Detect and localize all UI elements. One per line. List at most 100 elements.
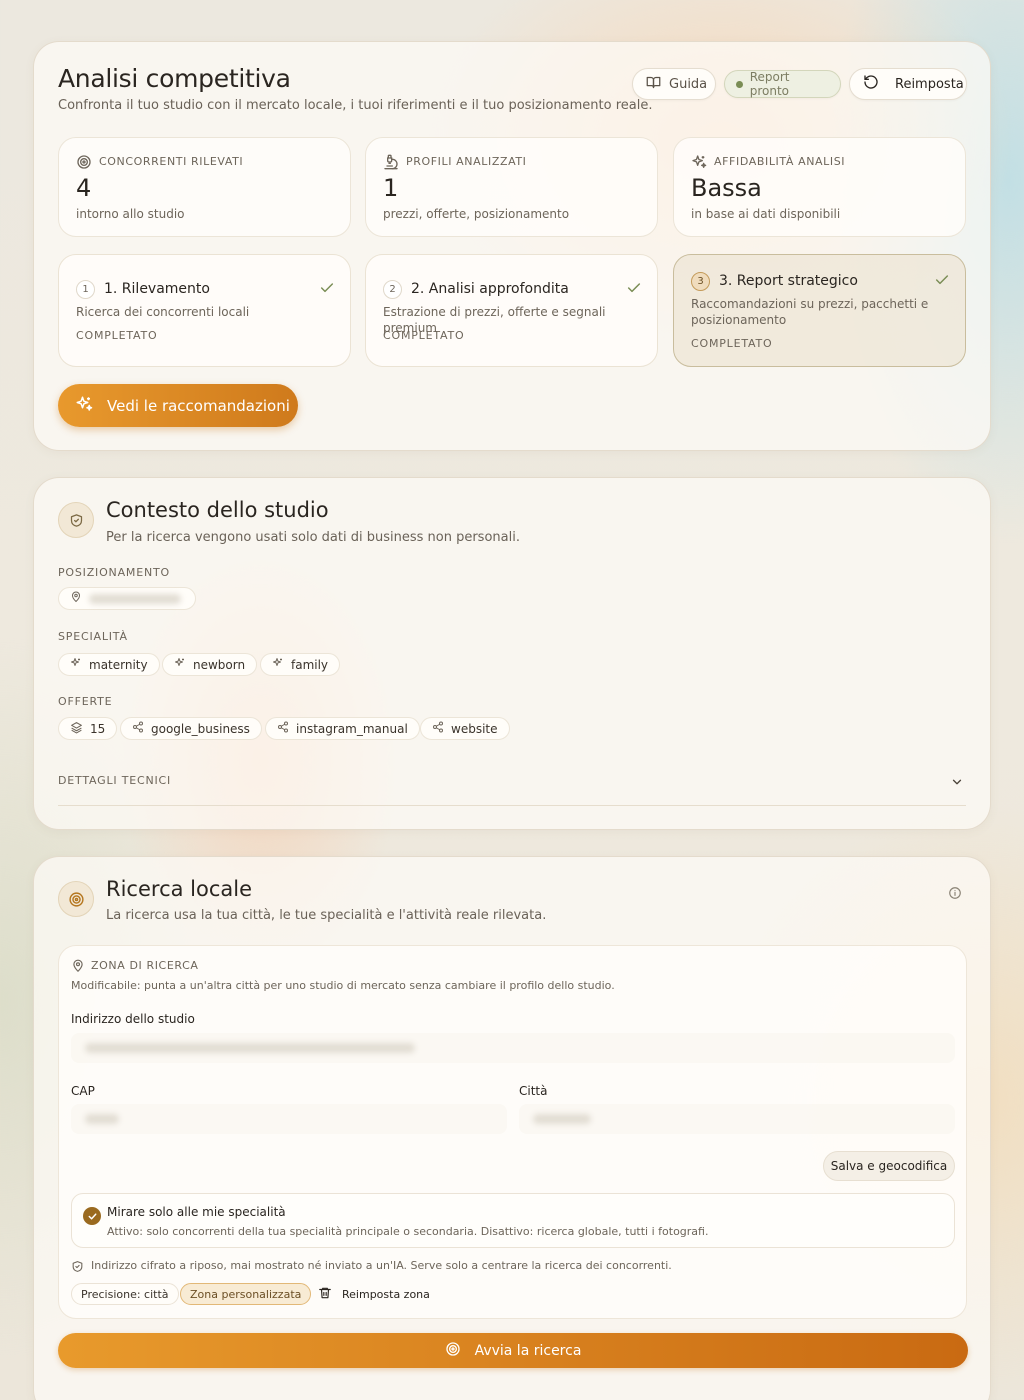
sparkles-icon <box>272 657 284 672</box>
guide-button[interactable]: Guida <box>632 68 716 100</box>
specialty-chip: family <box>260 653 341 676</box>
radar-icon <box>76 154 92 170</box>
section-title: Ricerca locale <box>106 877 253 901</box>
status-dot-icon <box>736 80 743 88</box>
view-recommendations-button[interactable]: Vedi le raccomandazioni <box>58 384 298 427</box>
checkbox-checked-icon[interactable] <box>83 1207 101 1225</box>
custom-zone-pill: Zona personalizzata <box>180 1283 312 1305</box>
stat-caption: in base ai dati disponibili <box>691 207 841 221</box>
stat-label: CONCORRENTI RILEVATI <box>99 155 244 168</box>
sparkles-icon <box>174 657 186 672</box>
info-icon[interactable] <box>948 885 962 904</box>
section-subtitle: La ricerca usa la tua città, le tue spec… <box>106 908 547 923</box>
sparkles-icon <box>70 657 82 672</box>
shield-icon <box>71 1258 84 1277</box>
check-icon <box>319 280 335 296</box>
toggle-title: Mirare solo alle mie specialità <box>107 1205 286 1219</box>
map-pin-icon <box>71 958 85 977</box>
page-subtitle: Confronta il tuo studio con il mercato l… <box>58 98 653 113</box>
stat-caption: intorno allo studio <box>76 207 185 221</box>
step-card-strategic-report[interactable]: 3 3. Report strategico Raccomandazioni s… <box>673 254 966 367</box>
stat-value: 1 <box>383 174 399 202</box>
stat-card-competitors: CONCORRENTI RILEVATI 4 intorno allo stud… <box>58 137 351 237</box>
offer-chip: google_business <box>120 717 262 740</box>
status-badge-label: Report pronto <box>749 70 790 98</box>
step-title: 1. Rilevamento <box>104 281 210 297</box>
technical-details-toggle[interactable]: DETTAGLI TECNICI <box>58 766 966 796</box>
reset-label: Reimposta <box>895 76 964 92</box>
positioning-label: POSIZIONAMENTO <box>58 566 170 579</box>
step-card-detection[interactable]: 1 1. Rilevamento Ricerca dei concorrenti… <box>58 254 351 367</box>
layers-icon <box>70 721 83 737</box>
stat-card-profiles: PROFILI ANALIZZATI 1 prezzi, offerte, po… <box>365 137 658 237</box>
divider <box>58 805 966 806</box>
precision-pill: Precisione: città <box>71 1283 179 1305</box>
technical-details-label: DETTAGLI TECNICI <box>58 774 172 787</box>
local-search-panel: Ricerca locale La ricerca usa la tua cit… <box>33 856 991 1400</box>
reset-button[interactable]: Reimposta <box>849 68 967 100</box>
reset-zone-button[interactable]: Reimposta zona <box>318 1283 430 1305</box>
studio-context-panel: Contesto dello studio Per la ricerca ven… <box>33 477 991 830</box>
location-chip <box>58 587 196 610</box>
specialty-label: maternity <box>89 657 148 672</box>
search-zone-card: ZONA DI RICERCA Modificabile: punta a un… <box>58 945 967 1319</box>
toggle-description: Attivo: solo concorrenti della tua speci… <box>107 1225 709 1238</box>
cap-input[interactable] <box>71 1104 507 1134</box>
step-card-deep-analysis[interactable]: 2 2. Analisi approfondita Estrazione di … <box>365 254 658 367</box>
redacted-address <box>85 1043 415 1053</box>
microscope-icon <box>383 154 399 170</box>
step-description: Ricerca dei concorrenti locali <box>76 305 250 319</box>
specialty-label: newborn <box>193 657 246 672</box>
specialty-label: family <box>291 657 329 672</box>
privacy-note: Indirizzo cifrato a riposo, mai mostrato… <box>91 1259 672 1272</box>
offer-chip: website <box>420 717 510 740</box>
offer-label: website <box>451 721 498 736</box>
stat-label: PROFILI ANALIZZATI <box>406 155 527 168</box>
section-subtitle: Per la ricerca vengono usati solo dati d… <box>106 530 520 545</box>
zone-label: ZONA DI RICERCA <box>91 959 199 972</box>
city-input[interactable] <box>519 1104 955 1134</box>
step-status: COMPLETATO <box>76 329 158 342</box>
address-label: Indirizzo dello studio <box>71 1012 195 1026</box>
share-icon <box>277 721 289 736</box>
specialty-filter-toggle[interactable]: Mirare solo alle mie specialità Attivo: … <box>71 1193 955 1248</box>
step-title: 3. Report strategico <box>719 273 858 289</box>
target-icon <box>58 881 94 917</box>
step-number: 2 <box>383 280 402 299</box>
zone-description: Modificabile: punta a un'altra città per… <box>71 979 615 992</box>
offers-count-chip: 15 <box>58 717 118 740</box>
cap-label: CAP <box>71 1084 95 1098</box>
address-input[interactable] <box>71 1033 955 1063</box>
specialty-chip: maternity <box>58 653 160 676</box>
offer-chip: instagram_manual <box>265 717 420 740</box>
book-icon <box>646 75 661 94</box>
stat-card-reliability: AFFIDABILITÀ ANALISI Bassa in base ai da… <box>673 137 966 237</box>
check-icon <box>626 280 642 296</box>
chevron-down-icon <box>950 774 964 793</box>
stat-label: AFFIDABILITÀ ANALISI <box>714 155 846 168</box>
status-badge: Report pronto <box>724 70 841 98</box>
step-title: 2. Analisi approfondita <box>411 281 569 297</box>
offers-label: OFFERTE <box>58 695 113 708</box>
share-icon <box>132 721 144 736</box>
check-icon <box>934 272 950 288</box>
stat-value: Bassa <box>691 174 762 202</box>
redacted-location <box>89 593 181 604</box>
map-pin-icon <box>70 591 82 606</box>
redacted-cap <box>85 1114 119 1124</box>
city-label: Città <box>519 1084 548 1098</box>
guide-label: Guida <box>669 76 708 92</box>
redacted-city <box>533 1114 591 1124</box>
offers-count: 15 <box>90 721 106 736</box>
step-number: 1 <box>76 280 95 299</box>
offer-label: google_business <box>151 721 250 736</box>
target-icon <box>445 1341 461 1361</box>
sparkles-icon <box>691 154 707 170</box>
refresh-icon <box>863 74 879 94</box>
start-search-button[interactable]: Avvia la ricerca <box>58 1333 968 1368</box>
step-status: COMPLETATO <box>383 329 465 342</box>
page-title: Analisi competitiva <box>58 64 291 93</box>
save-geocode-button[interactable]: Salva e geocodifica <box>823 1151 955 1181</box>
specialty-chip: newborn <box>162 653 258 676</box>
step-number: 3 <box>691 272 710 291</box>
